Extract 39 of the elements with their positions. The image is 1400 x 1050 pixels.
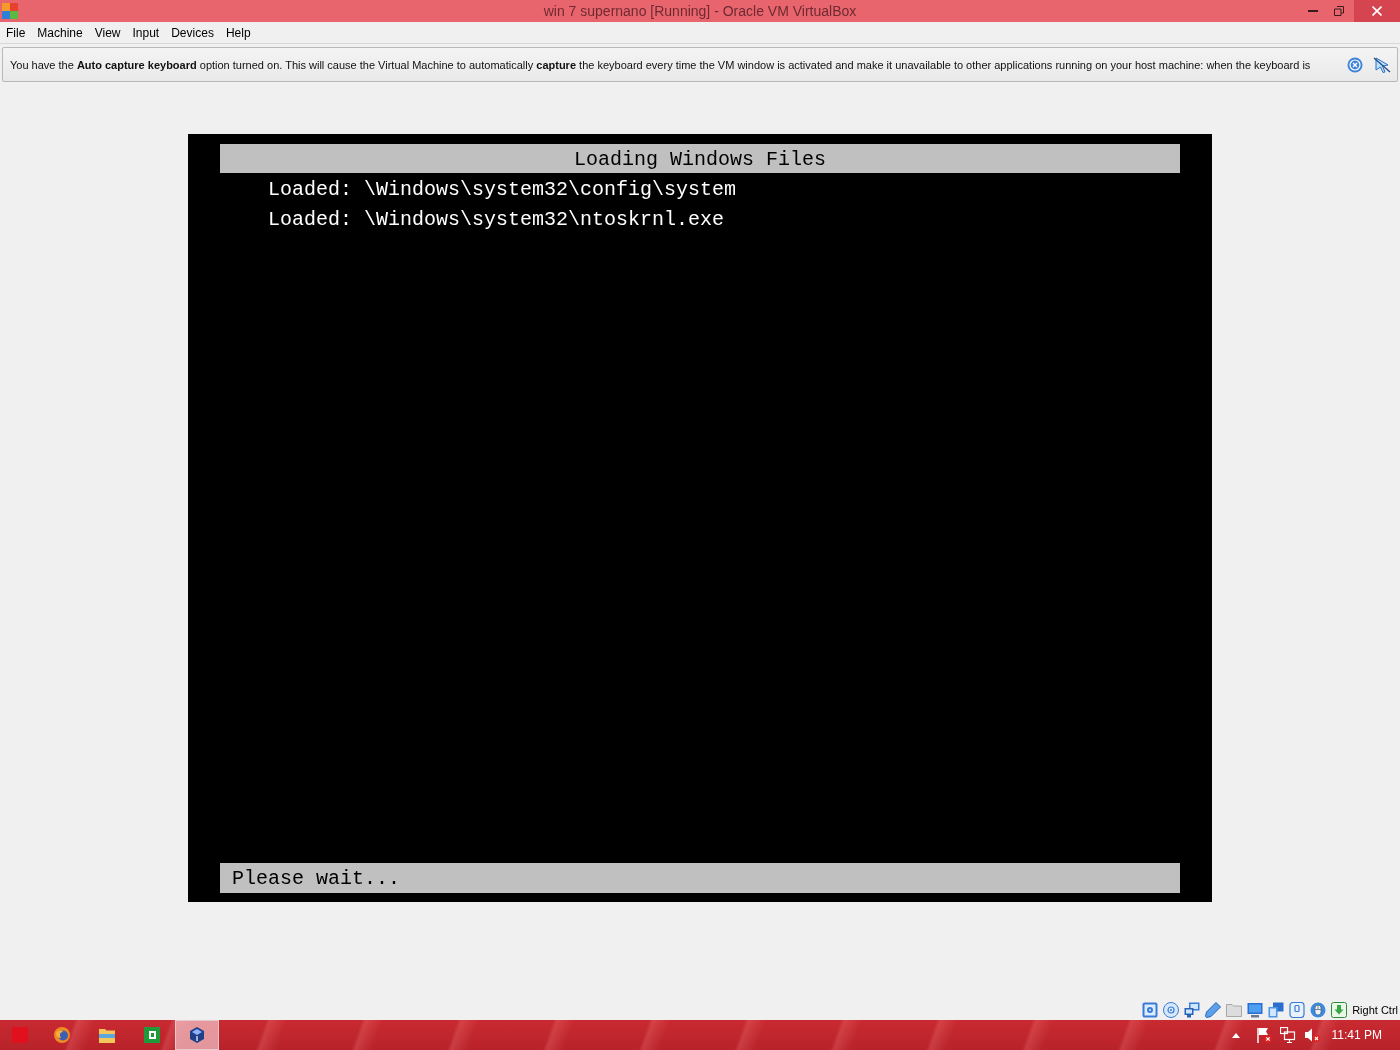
flag-icon[interactable] <box>1255 1027 1272 1043</box>
folder-icon <box>99 1027 115 1043</box>
arrow-down-icon[interactable] <box>1331 1002 1348 1018</box>
screens-icon[interactable] <box>1268 1002 1285 1018</box>
network-icon[interactable] <box>1184 1002 1201 1018</box>
menu-item[interactable]: Machine <box>31 23 89 42</box>
window-title: win 7 supernano [Running] - Oracle VM VirtualBox <box>543 3 857 19</box>
chip-icon[interactable] <box>1289 1002 1306 1018</box>
menu-item[interactable]: Help <box>219 23 257 42</box>
close-icon <box>1372 6 1382 16</box>
menu-item[interactable]: Input <box>126 23 166 42</box>
tile-icon <box>144 1027 160 1043</box>
disk-icon[interactable] <box>1142 1002 1159 1018</box>
boot-log-line: Loaded: \Windows\system32\ntoskrnl.exe <box>267 207 726 233</box>
clock: 11:41 PM <box>1331 1028 1382 1042</box>
network-icon[interactable] <box>1279 1027 1296 1043</box>
menu-item[interactable]: Devices <box>165 23 220 42</box>
close-icon[interactable] <box>1347 56 1363 73</box>
host-key-label: Right Ctrl <box>1352 1004 1398 1016</box>
screen-header: Loading Windows Files <box>220 144 1180 173</box>
screen-footer: Please wait... <box>220 863 1180 893</box>
globe-fox-icon <box>54 1027 70 1043</box>
notification-text: You have the Auto capture keyboard option turned on. This will cause the Virtual Machine to automatically capture the keyboard every time the VM window is activated and make it unavailable to other applications running on your host machine: when the keyboard is <box>10 58 1311 71</box>
boot-log-line: Loaded: \Windows\system32\config\system <box>267 177 738 203</box>
cd-icon[interactable] <box>1163 1002 1180 1018</box>
restore-icon <box>1334 6 1344 16</box>
mouse-icon[interactable] <box>1310 1002 1327 1018</box>
caret-up-icon[interactable] <box>1231 1032 1240 1038</box>
menu-item[interactable]: File <box>0 23 32 42</box>
speaker-muted-icon[interactable] <box>1303 1027 1320 1043</box>
monitor-icon[interactable] <box>1247 1002 1264 1018</box>
tiles-icon <box>2 3 18 19</box>
close-button[interactable] <box>1354 0 1400 22</box>
pen-icon[interactable] <box>1205 1002 1222 1018</box>
cube-icon <box>189 1027 205 1043</box>
crossed-pointer-icon[interactable] <box>1373 56 1391 73</box>
taskbar-button[interactable] <box>175 1020 219 1050</box>
menu-item[interactable]: View <box>88 23 127 42</box>
minimize-icon <box>1308 10 1318 12</box>
